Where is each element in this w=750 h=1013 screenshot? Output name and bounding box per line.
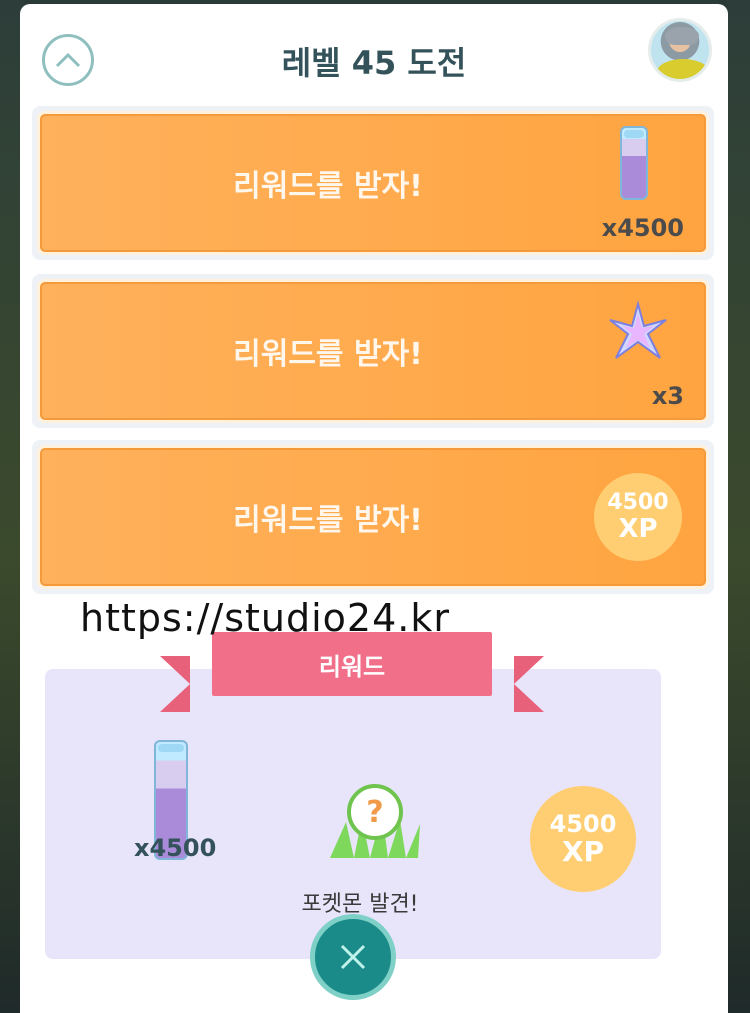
avatar[interactable] [648, 18, 712, 82]
reward-label: 리워드를 받자! [233, 337, 423, 372]
close-button[interactable] [310, 914, 396, 1000]
title-prefix: 레벨 [281, 44, 341, 82]
title-suffix: 도전 [407, 44, 467, 82]
xp-badge: 4500 XP [530, 786, 636, 892]
reward-count: x4500 [601, 214, 684, 242]
reward-card-stardust[interactable]: 리워드를 받자! x4500 [32, 106, 714, 260]
background-right [726, 0, 750, 1013]
xp-badge: 4500 XP [594, 473, 682, 561]
reward-count: x3 [651, 382, 684, 410]
reward-card-xp[interactable]: 리워드를 받자! 4500 XP [32, 440, 714, 594]
stardust-count: x4500 [134, 834, 217, 862]
title-level: 45 [351, 44, 397, 82]
reward-button[interactable]: 리워드를 받자! 4500 XP [37, 445, 709, 589]
header: 레벨 45 도전 [20, 4, 728, 104]
reward-card-star-piece[interactable]: 리워드를 받자! x3 [32, 274, 714, 428]
page-title: 레벨 45 도전 [20, 38, 728, 84]
ribbon-label: 리워드 [212, 632, 492, 696]
star-piece-icon [609, 300, 667, 359]
pokemon-encounter-icon: ? [330, 784, 420, 858]
reward-label: 리워드를 받자! [233, 503, 423, 538]
reward-label: 리워드를 받자! [233, 169, 423, 204]
close-icon [340, 944, 366, 970]
encounter-caption: 포켓몬 발견! [301, 892, 419, 917]
stardust-icon [620, 126, 648, 200]
watermark-url: https://studio24.kr [80, 596, 450, 640]
svg-text:?: ? [366, 795, 383, 830]
reward-button[interactable]: 리워드를 받자! x4500 [37, 111, 709, 255]
reward-button[interactable]: 리워드를 받자! x3 [37, 279, 709, 423]
